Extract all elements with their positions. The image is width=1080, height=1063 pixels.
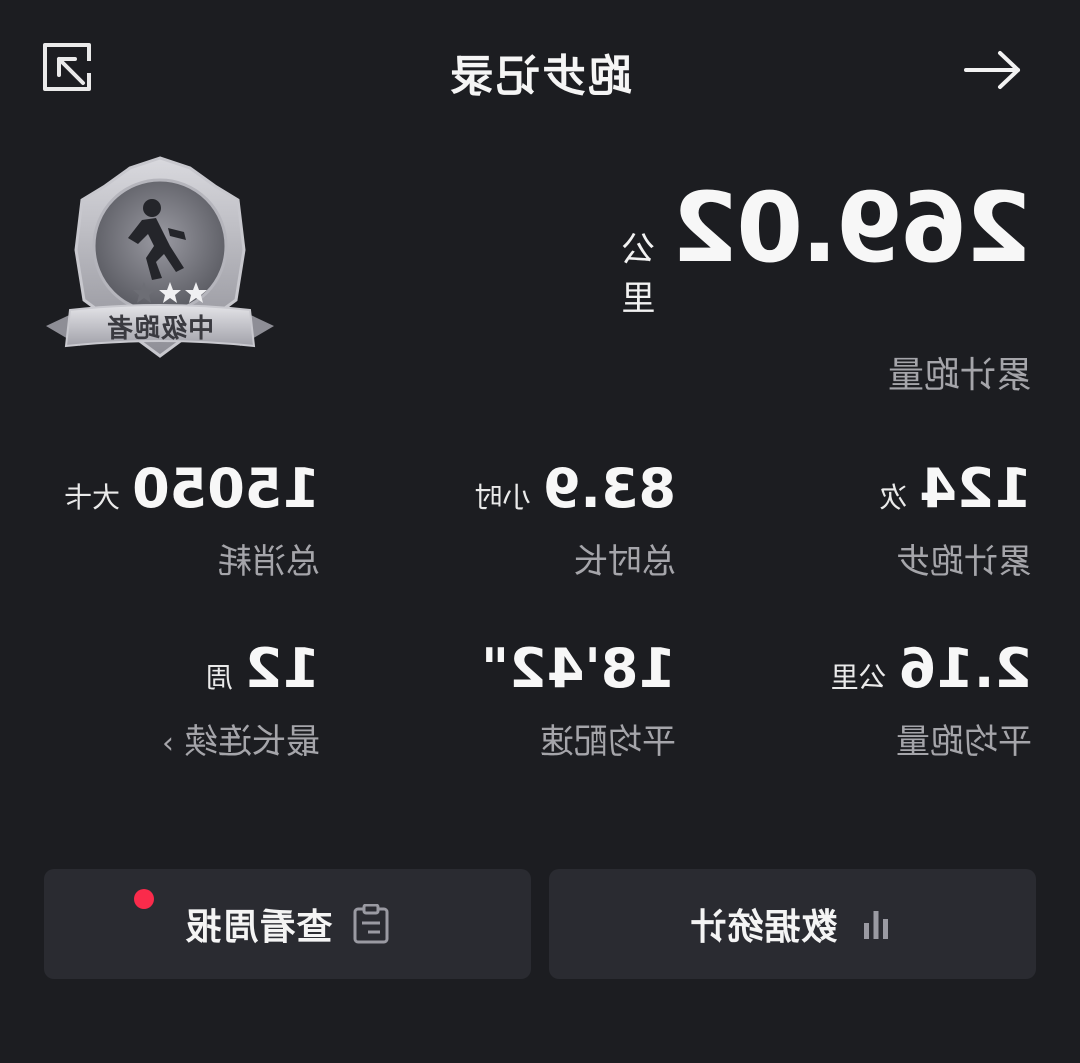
data-statistics-label: 数据统计 (689, 907, 838, 948)
stat-unit: 周 (204, 661, 233, 694)
stat-label: 总时长 (574, 542, 676, 582)
runner-level-badge[interactable]: 中级跑者 (40, 150, 280, 380)
badge-label: 中级跑者 (106, 314, 215, 344)
stat-unit: 小时 (474, 481, 531, 514)
data-statistics-button[interactable]: 数据统计 (549, 869, 1036, 979)
stat-label: 最长连续 › (0, 714, 320, 763)
bar-chart-icon (856, 904, 896, 944)
total-distance: 269.02 公里 累计跑量 (622, 172, 1032, 398)
badge-emblem (46, 156, 274, 358)
expand-button[interactable] (36, 38, 98, 100)
stat-value: 18'42" (481, 637, 676, 700)
stat-value: 83.9 (542, 457, 676, 520)
stat-average-pace: 18'42" 平均配速 (356, 637, 676, 763)
stat-value: 15050 (132, 457, 320, 520)
mirrored-content: 跑步记录 269.02 公里 累计跑量 中级跑者 124 次 累计跑步 83.9… (0, 0, 1080, 1063)
total-distance-label: 累计跑量 (887, 355, 1032, 396)
stat-average-distance: 2.16 公里 平均跑量 (712, 637, 1032, 763)
stat-value: 2.16 (898, 637, 1032, 700)
stat-total-duration: 83.9 小时 总时长 (356, 457, 676, 583)
stat-total-calories: 15050 大卡 总消耗 (0, 457, 320, 583)
stat-unit: 大卡 (64, 481, 121, 514)
clipboard-icon (351, 904, 391, 944)
stat-label: 总消耗 (218, 542, 320, 582)
weekly-report-button[interactable]: 查看周报 (44, 869, 531, 979)
running-record-page: 跑步记录 269.02 公里 累计跑量 中级跑者 124 次 累计跑步 83.9… (0, 0, 1080, 1063)
stat-value: 124 (919, 457, 1032, 520)
total-distance-unit: 公里 (621, 230, 656, 319)
stat-value: 12 (244, 637, 320, 700)
stat-label-text: 最长连续 (184, 722, 320, 762)
weekly-report-label: 查看周报 (184, 907, 333, 948)
stat-label: 平均跑量 (896, 722, 1032, 762)
expand-icon (41, 41, 93, 97)
stat-label: 平均配速 (540, 722, 676, 762)
stat-total-runs: 124 次 累计跑步 (712, 457, 1032, 583)
page-title: 跑步记录 (448, 51, 632, 102)
stat-unit: 公里 (830, 661, 887, 694)
header: 跑步记录 (0, 0, 1080, 140)
notification-dot (134, 889, 154, 909)
chevron-right-icon: › (162, 726, 174, 761)
total-distance-value: 269.02 (673, 172, 1032, 284)
stat-unit: 次 (879, 481, 908, 514)
stat-label: 累计跑步 (896, 542, 1032, 582)
stat-longest-streak[interactable]: 12 周 最长连续 › (0, 637, 320, 763)
